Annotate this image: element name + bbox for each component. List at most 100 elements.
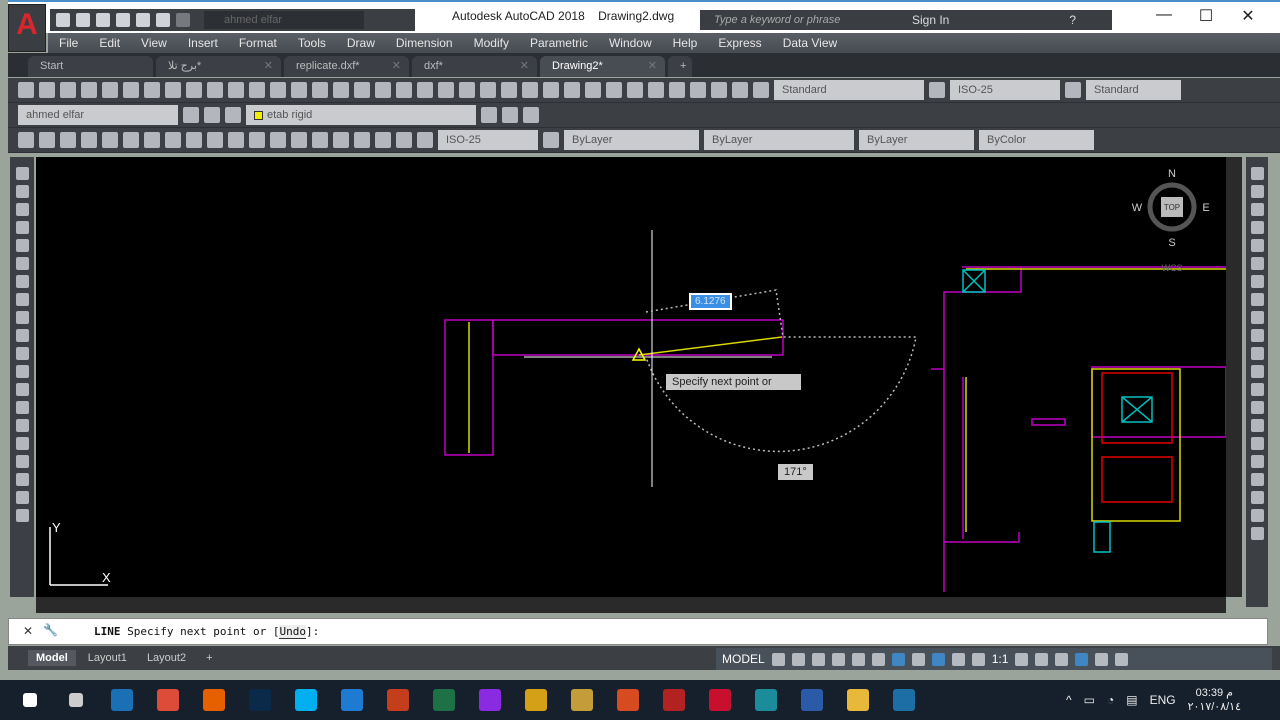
zoom-previous-icon[interactable]	[585, 82, 601, 98]
search-icon[interactable]	[60, 686, 92, 714]
dim-update-icon[interactable]	[417, 132, 433, 148]
menu-edit[interactable]: Edit	[88, 36, 130, 50]
explode-icon[interactable]	[1250, 473, 1264, 486]
join-icon[interactable]	[1250, 401, 1264, 414]
add-selected-icon[interactable]	[15, 509, 29, 522]
menu-view[interactable]: View	[130, 36, 177, 50]
hardware-acceleration-icon[interactable]	[1075, 652, 1089, 666]
menu-tools[interactable]: Tools	[287, 36, 336, 50]
redo-icon[interactable]	[176, 13, 190, 27]
new-icon[interactable]	[228, 82, 244, 98]
sheet-set-icon[interactable]	[669, 82, 685, 98]
make-current-icon[interactable]	[481, 107, 497, 123]
render-icon[interactable]	[354, 82, 370, 98]
menu-window[interactable]: Window	[598, 36, 662, 50]
auto-scale-icon[interactable]	[951, 652, 965, 666]
ortho-icon[interactable]	[811, 652, 825, 666]
start-icon[interactable]	[14, 686, 46, 714]
erase-icon[interactable]	[1250, 167, 1264, 180]
wrench-icon[interactable]: 🔧	[43, 623, 58, 637]
scale-icon[interactable]	[1250, 293, 1264, 306]
menu-express[interactable]: Express	[707, 36, 771, 50]
markup-icon[interactable]	[690, 82, 706, 98]
quick-dim-icon[interactable]	[186, 132, 202, 148]
polygon-icon[interactable]	[15, 221, 29, 234]
close-button[interactable]: ✕	[1228, 6, 1268, 28]
dim-style-icon[interactable]	[929, 82, 945, 98]
show-hidden-icon[interactable]: ^	[1066, 693, 1072, 707]
layer-off-icon[interactable]	[39, 82, 55, 98]
layer-match-icon[interactable]	[186, 82, 202, 98]
fullscreen-icon[interactable]	[1095, 652, 1109, 666]
redo-icon[interactable]	[501, 82, 517, 98]
help-icon[interactable]: ?	[1069, 13, 1076, 27]
zoom-realtime-icon[interactable]	[543, 82, 559, 98]
text-style-combo[interactable]: Standard	[774, 80, 924, 100]
object-snap-icon[interactable]	[891, 652, 905, 666]
stretch-icon[interactable]	[1250, 311, 1264, 324]
scale-dropdown[interactable]: 1:1	[992, 652, 1009, 666]
layer-match-icon[interactable]	[502, 107, 518, 123]
tolerance-icon[interactable]	[291, 132, 307, 148]
break-at-point-icon[interactable]	[1250, 365, 1264, 378]
angular-icon[interactable]	[165, 132, 181, 148]
insert-block-icon[interactable]	[15, 365, 29, 378]
linear-dim-icon[interactable]	[18, 132, 34, 148]
point-icon[interactable]	[15, 401, 29, 414]
layer-unisolate-icon[interactable]	[81, 82, 97, 98]
app-clock-icon[interactable]	[750, 686, 782, 714]
lineweight-icon[interactable]	[911, 652, 925, 666]
app-s-icon[interactable]	[888, 686, 920, 714]
skype-icon[interactable]	[290, 686, 322, 714]
print-icon[interactable]	[136, 13, 150, 27]
workspace-icon[interactable]	[204, 107, 220, 123]
notification-icon[interactable]: ▤	[1126, 693, 1137, 707]
open-icon[interactable]	[249, 82, 265, 98]
file-tab[interactable]: Drawing2* ✕	[540, 56, 665, 77]
layer-walk-icon[interactable]	[123, 82, 139, 98]
spline-icon[interactable]	[15, 311, 29, 324]
wifi-icon[interactable]: ◔	[1107, 693, 1114, 707]
layer-copy-icon[interactable]	[207, 82, 223, 98]
application-menu-button[interactable]: A	[8, 4, 46, 52]
angle-readout[interactable]: 171°	[778, 464, 813, 480]
file-explorer-icon[interactable]	[842, 686, 874, 714]
layout-tab-layout2[interactable]: Layout2	[139, 650, 194, 666]
fillet-icon[interactable]	[1250, 437, 1264, 450]
dim-style-icon[interactable]	[543, 132, 559, 148]
autocad-icon[interactable]	[704, 686, 736, 714]
vertical-scrollbar[interactable]	[1226, 157, 1242, 597]
dim-style-combo[interactable]: ISO-25	[950, 80, 1060, 100]
menu-modify[interactable]: Modify	[463, 36, 519, 50]
lineweight-combo[interactable]: ByLayer	[859, 130, 974, 150]
firefox-icon[interactable]	[198, 686, 230, 714]
app-grid-icon[interactable]	[566, 686, 598, 714]
isolate-icon[interactable]	[1055, 652, 1069, 666]
layer-dropdown[interactable]: etab rigid	[246, 105, 476, 125]
edge-icon[interactable]	[336, 686, 368, 714]
inspect-icon[interactable]	[333, 132, 349, 148]
search-input[interactable]: Type a keyword or phrase	[700, 10, 882, 30]
layer-freeze-icon[interactable]	[102, 82, 118, 98]
center-mark-icon[interactable]	[312, 132, 328, 148]
dim-break-icon[interactable]	[270, 132, 286, 148]
plot-style-combo[interactable]: ByColor	[979, 130, 1094, 150]
paste-icon[interactable]	[417, 82, 433, 98]
layer-isolate-icon[interactable]	[60, 82, 76, 98]
offset-icon[interactable]	[1250, 221, 1264, 234]
undo-icon[interactable]	[156, 13, 170, 27]
design-center-icon[interactable]	[627, 82, 643, 98]
photoshop-icon[interactable]	[244, 686, 276, 714]
group-icon[interactable]	[1250, 509, 1264, 522]
region-icon[interactable]	[15, 455, 29, 468]
command-option-undo[interactable]: Undo	[279, 625, 306, 639]
dim-style-combo[interactable]: ISO-25	[438, 130, 538, 150]
blend-icon[interactable]	[1250, 455, 1264, 468]
zoom-window-icon[interactable]	[564, 82, 580, 98]
line-icon[interactable]	[15, 167, 29, 180]
clock[interactable]: 03:39 م ٢٠١٧/٠٨/١٤	[1188, 686, 1241, 714]
autocad-tray-icon[interactable]	[106, 686, 138, 714]
match-properties-icon[interactable]	[438, 82, 454, 98]
close-tab-icon[interactable]: ✕	[264, 56, 273, 77]
excel-icon[interactable]	[428, 686, 460, 714]
